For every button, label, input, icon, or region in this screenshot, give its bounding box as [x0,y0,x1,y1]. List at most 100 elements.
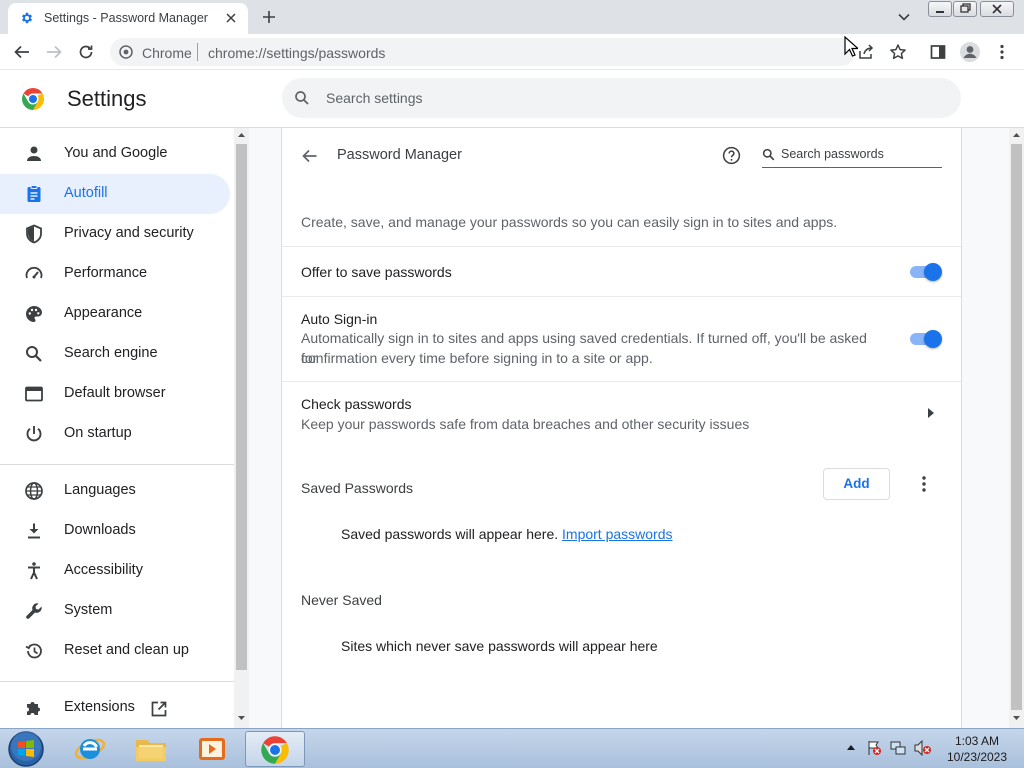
search-icon [762,148,775,161]
import-passwords-link[interactable]: Import passwords [562,526,672,542]
taskbar-clock[interactable]: 1:03 AM 10/23/2023 [937,733,1017,765]
taskbar-ie-app[interactable] [62,731,118,767]
sidebar-item-label: Appearance [64,305,143,321]
sidebar-scroll-thumb[interactable] [236,144,247,670]
help-icon[interactable] [722,146,741,165]
scroll-up-icon[interactable] [1013,132,1020,137]
sidebar-item-system[interactable]: System [0,591,230,631]
window-close-button[interactable] [980,1,1014,17]
offer-to-save-toggle[interactable] [910,263,942,281]
sidebar-item-search-engine[interactable]: Search engine [0,334,230,374]
side-panel-icon[interactable] [929,43,947,61]
scroll-down-icon[interactable] [1013,716,1020,721]
chevron-down-icon[interactable] [897,10,911,24]
auto-signin-description-line2: confirmation every time before signing i… [301,350,653,366]
sidebar-item-on-startup[interactable]: On startup [0,414,230,454]
sidebar-item-label: Languages [64,482,136,498]
share-icon[interactable] [857,43,875,61]
sidebar-divider [0,681,234,682]
sidebar-item-label: System [64,602,113,618]
taskbar-media-player-app[interactable] [184,731,240,767]
sidebar-item-performance[interactable]: Performance [0,254,230,294]
password-manager-card: Password Manager Search passwords Create… [281,128,962,728]
media-player-icon [197,736,227,762]
settings-header: Settings Search settings [0,70,1024,128]
auto-signin-toggle[interactable] [910,330,942,348]
add-password-button[interactable]: Add [823,468,890,500]
tab-close-icon[interactable] [224,11,238,25]
offer-to-save-label: Offer to save passwords [301,264,452,280]
profile-avatar-icon[interactable] [959,41,981,63]
arrow-right-icon[interactable] [928,408,934,418]
new-tab-icon[interactable] [260,8,278,26]
person-icon [24,144,44,164]
main-scroll-thumb[interactable] [1011,144,1022,710]
sidebar-item-downloads[interactable]: Downloads [0,511,230,551]
sidebar-item-label: Autofill [64,185,108,201]
show-hidden-icons-icon[interactable] [847,744,855,750]
puzzle-icon [24,698,44,718]
search-passwords-input[interactable]: Search passwords [762,142,942,168]
main-scrollbar[interactable] [1009,128,1024,728]
scroll-up-icon[interactable] [238,132,245,137]
omnibox-url[interactable]: chrome://settings/passwords [208,45,385,61]
sidebar-item-reset[interactable]: Reset and clean up [0,631,230,671]
mouse-cursor-icon [844,36,858,58]
settings-search-placeholder: Search settings [326,90,423,106]
settings-gear-icon [20,11,34,25]
sidebar-item-languages[interactable]: Languages [0,471,230,511]
page-title: Password Manager [337,147,462,163]
network-icon[interactable] [890,740,906,756]
action-center-flag-icon[interactable] [866,740,882,756]
shield-icon [24,224,44,244]
reload-icon[interactable] [77,43,95,61]
saved-passwords-empty-text: Saved passwords will appear here. [341,526,559,542]
sidebar-item-label: Downloads [64,522,136,538]
bookmark-star-icon[interactable] [889,43,907,61]
clipboard-icon [24,184,44,204]
taskbar-chrome-app[interactable] [245,731,305,767]
back-arrow-icon[interactable] [13,43,31,61]
clock-date: 10/23/2023 [946,750,1008,764]
row-divider [282,246,961,247]
sidebar-item-you-and-google[interactable]: You and Google [0,134,230,174]
sidebar-item-extensions[interactable]: Extensions [0,688,230,728]
sidebar-divider [0,464,234,465]
toggle-knob [924,263,942,281]
check-passwords-row[interactable]: Check passwords Keep your passwords safe… [282,382,961,442]
never-saved-heading: Never Saved [301,592,382,608]
sidebar-item-default-browser[interactable]: Default browser [0,374,230,414]
sidebar-item-privacy[interactable]: Privacy and security [0,214,230,254]
address-bar[interactable]: Chrome chrome://settings/passwords [110,38,855,66]
browser-icon [24,384,44,404]
tab-strip: Settings - Password Manager [0,0,1024,34]
chrome-site-icon [119,45,133,59]
sidebar-item-accessibility[interactable]: Accessibility [0,551,230,591]
browser-tab[interactable]: Settings - Password Manager [8,3,248,34]
scroll-down-icon[interactable] [238,716,245,721]
row-divider [282,296,961,297]
window-restore-button[interactable] [953,1,977,17]
sidebar-item-appearance[interactable]: Appearance [0,294,230,334]
sidebar-item-autofill[interactable]: Autofill [0,174,230,214]
settings-search-input[interactable]: Search settings [282,78,961,118]
window-minimize-button[interactable] [928,1,952,17]
back-arrow-icon[interactable] [301,147,319,165]
windows-taskbar: 1:03 AM 10/23/2023 [0,728,1024,768]
more-menu-icon[interactable] [995,43,1009,61]
toggle-knob [924,330,942,348]
check-passwords-label: Check passwords [301,396,412,412]
start-button-icon[interactable] [6,730,46,768]
gauge-icon [24,264,44,284]
more-vert-icon[interactable] [914,475,934,493]
saved-passwords-heading: Saved Passwords [301,480,414,496]
search-icon [24,344,44,364]
sidebar-item-label: Search engine [64,345,158,361]
omnibox-separator [197,43,198,61]
volume-muted-icon[interactable] [914,740,932,756]
check-passwords-description: Keep your passwords safe from data breac… [301,416,750,432]
sidebar-scrollbar[interactable] [234,128,249,728]
tab-title: Settings - Password Manager [44,11,208,25]
taskbar-explorer-app[interactable] [123,731,179,767]
forward-arrow-icon[interactable] [45,43,63,61]
